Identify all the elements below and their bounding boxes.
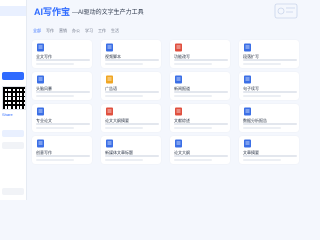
tool-card[interactable]: 段落扩写 [239, 40, 299, 68]
tab-office[interactable]: 办公 [72, 28, 80, 34]
page-title: AI写作宝 [34, 7, 71, 17]
tab-study[interactable]: 学习 [85, 28, 93, 34]
document-icon [175, 139, 182, 148]
tool-card-description [105, 155, 159, 157]
document-icon [106, 75, 113, 84]
document-icon [106, 139, 113, 148]
tool-card-description [174, 155, 228, 157]
tool-card-description-line [243, 63, 281, 65]
tool-card[interactable]: 文章摘要 [239, 136, 299, 164]
tool-card-description [36, 59, 90, 61]
tool-card-description [105, 91, 159, 93]
tab-marketing[interactable]: 营销 [59, 28, 67, 34]
document-icon [37, 139, 44, 148]
tool-card-description-line [105, 63, 143, 65]
document-icon [106, 107, 113, 116]
tool-card-description [243, 59, 297, 61]
tool-card[interactable]: 功能改写 [170, 40, 230, 68]
tool-card-description [243, 91, 297, 93]
tool-card-description [36, 155, 90, 157]
sidebar-footer [2, 188, 24, 195]
sidebar-item-home[interactable] [0, 6, 26, 16]
document-icon [244, 107, 251, 116]
tool-card-description [243, 123, 297, 125]
tool-card-description-line [243, 95, 281, 97]
tool-card[interactable]: 数据分析报告 [239, 104, 299, 132]
document-icon [175, 107, 182, 116]
qr-code [2, 86, 26, 110]
document-icon [175, 75, 182, 84]
tool-card[interactable]: 论文大纲摘要 [101, 104, 161, 132]
tool-card[interactable]: 论文大纲 [170, 136, 230, 164]
tool-card-description-line [105, 127, 143, 129]
tool-card-description [36, 91, 90, 93]
tool-card[interactable]: 广告语 [101, 72, 161, 100]
sidebar-item-2[interactable] [0, 18, 26, 28]
category-tabs: 全部 写作 营销 办公 学习 工作 生活 [26, 28, 300, 36]
tool-card[interactable]: 新媒体文章标题 [101, 136, 161, 164]
header: AI写作宝 ---AI驱动的文字生产力工具 [26, 0, 300, 22]
tool-card-description-line [243, 159, 281, 161]
tool-card-description-line [36, 127, 74, 129]
tool-card[interactable]: 专业论文 [32, 104, 92, 132]
sidebar-item-5[interactable] [0, 54, 26, 64]
tool-card[interactable]: 创意写作 [32, 136, 92, 164]
tab-all[interactable]: 全部 [33, 28, 41, 34]
tab-writing[interactable]: 写作 [46, 28, 54, 34]
tool-card-description [36, 123, 90, 125]
tab-life[interactable]: 生活 [111, 28, 119, 34]
tool-card-description-line [243, 127, 281, 129]
document-icon [175, 43, 182, 52]
tool-card-description [105, 59, 159, 61]
document-icon [37, 75, 44, 84]
tool-card[interactable]: 文献综述 [170, 104, 230, 132]
sidebar-item-3[interactable] [0, 30, 26, 40]
tool-card-description [174, 59, 228, 61]
tool-card[interactable]: 视频脚本 [101, 40, 161, 68]
brand-watermark-icon [274, 3, 298, 19]
sidebar-promo-button[interactable] [2, 72, 24, 80]
tool-card[interactable]: 全文写作 [32, 40, 92, 68]
tool-card-description-line [36, 95, 74, 97]
tool-card[interactable]: 句子续写 [239, 72, 299, 100]
sidebar-bottom-button-2[interactable] [2, 142, 24, 149]
tool-card-description-line [174, 127, 212, 129]
tab-work[interactable]: 工作 [98, 28, 106, 34]
tool-card-description-line [105, 95, 143, 97]
tool-card-description-line [105, 159, 143, 161]
sidebar-item-4[interactable] [0, 42, 26, 52]
page-subtitle: ---AI驱动的文字生产力工具 [72, 10, 144, 16]
tool-card[interactable]: 头脑风暴 [32, 72, 92, 100]
document-icon [244, 75, 251, 84]
document-icon [244, 43, 251, 52]
tool-card-description [174, 91, 228, 93]
tool-card-description [105, 123, 159, 125]
document-icon [37, 43, 44, 52]
tool-card-description-line [174, 63, 212, 65]
tool-card-description-line [36, 159, 74, 161]
document-icon [244, 139, 251, 148]
qr-label: Share [2, 112, 13, 117]
sidebar: Share [0, 0, 27, 200]
document-icon [37, 107, 44, 116]
tool-card[interactable]: 新闻报道 [170, 72, 230, 100]
tool-card-description [174, 123, 228, 125]
tool-card-description-line [174, 159, 212, 161]
tool-card-description [243, 155, 297, 157]
tool-card-description-line [174, 95, 212, 97]
sidebar-bottom-button[interactable] [2, 130, 24, 137]
tool-card-description-line [36, 63, 74, 65]
document-icon [106, 43, 113, 52]
